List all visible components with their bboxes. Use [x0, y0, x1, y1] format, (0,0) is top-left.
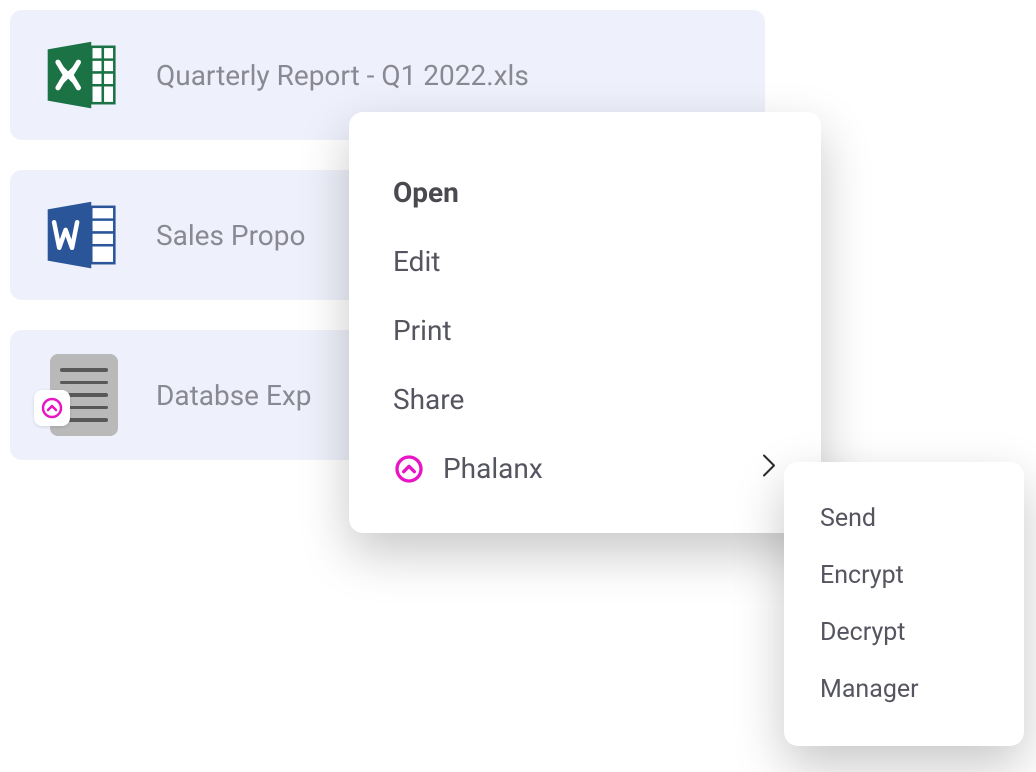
menu-item-label: Open — [393, 176, 459, 209]
menu-item-edit[interactable]: Edit — [349, 227, 821, 296]
menu-item-print[interactable]: Print — [349, 296, 821, 365]
menu-item-label: Edit — [393, 245, 440, 278]
chevron-right-icon — [761, 452, 777, 485]
menu-item-phalanx[interactable]: Phalanx — [349, 434, 821, 503]
submenu-item-send[interactable]: Send — [784, 490, 1024, 547]
file-name: Sales Propo — [156, 219, 305, 252]
menu-item-label: Print — [393, 314, 452, 347]
submenu-item-label: Decrypt — [820, 618, 906, 647]
menu-item-open[interactable]: Open — [349, 158, 821, 227]
submenu-item-encrypt[interactable]: Encrypt — [784, 547, 1024, 604]
context-menu: Open Edit Print Share Phalanx — [349, 112, 821, 533]
submenu-item-label: Manager — [820, 675, 919, 704]
phalanx-badge-icon — [34, 390, 70, 426]
submenu-item-label: Encrypt — [820, 561, 904, 590]
submenu-item-decrypt[interactable]: Decrypt — [784, 604, 1024, 661]
word-icon — [40, 194, 122, 276]
phalanx-submenu: Send Encrypt Decrypt Manager — [784, 462, 1024, 746]
phalanx-icon — [393, 453, 425, 485]
menu-item-label: Phalanx — [443, 452, 543, 485]
menu-item-label: Share — [393, 383, 464, 416]
submenu-item-label: Send — [820, 504, 876, 533]
submenu-item-manager[interactable]: Manager — [784, 661, 1024, 718]
menu-item-share[interactable]: Share — [349, 365, 821, 434]
text-file-icon — [40, 354, 122, 436]
file-name: Quarterly Report - Q1 2022.xls — [156, 59, 529, 92]
excel-icon — [40, 34, 122, 116]
file-name: Databse Exp — [156, 379, 312, 412]
